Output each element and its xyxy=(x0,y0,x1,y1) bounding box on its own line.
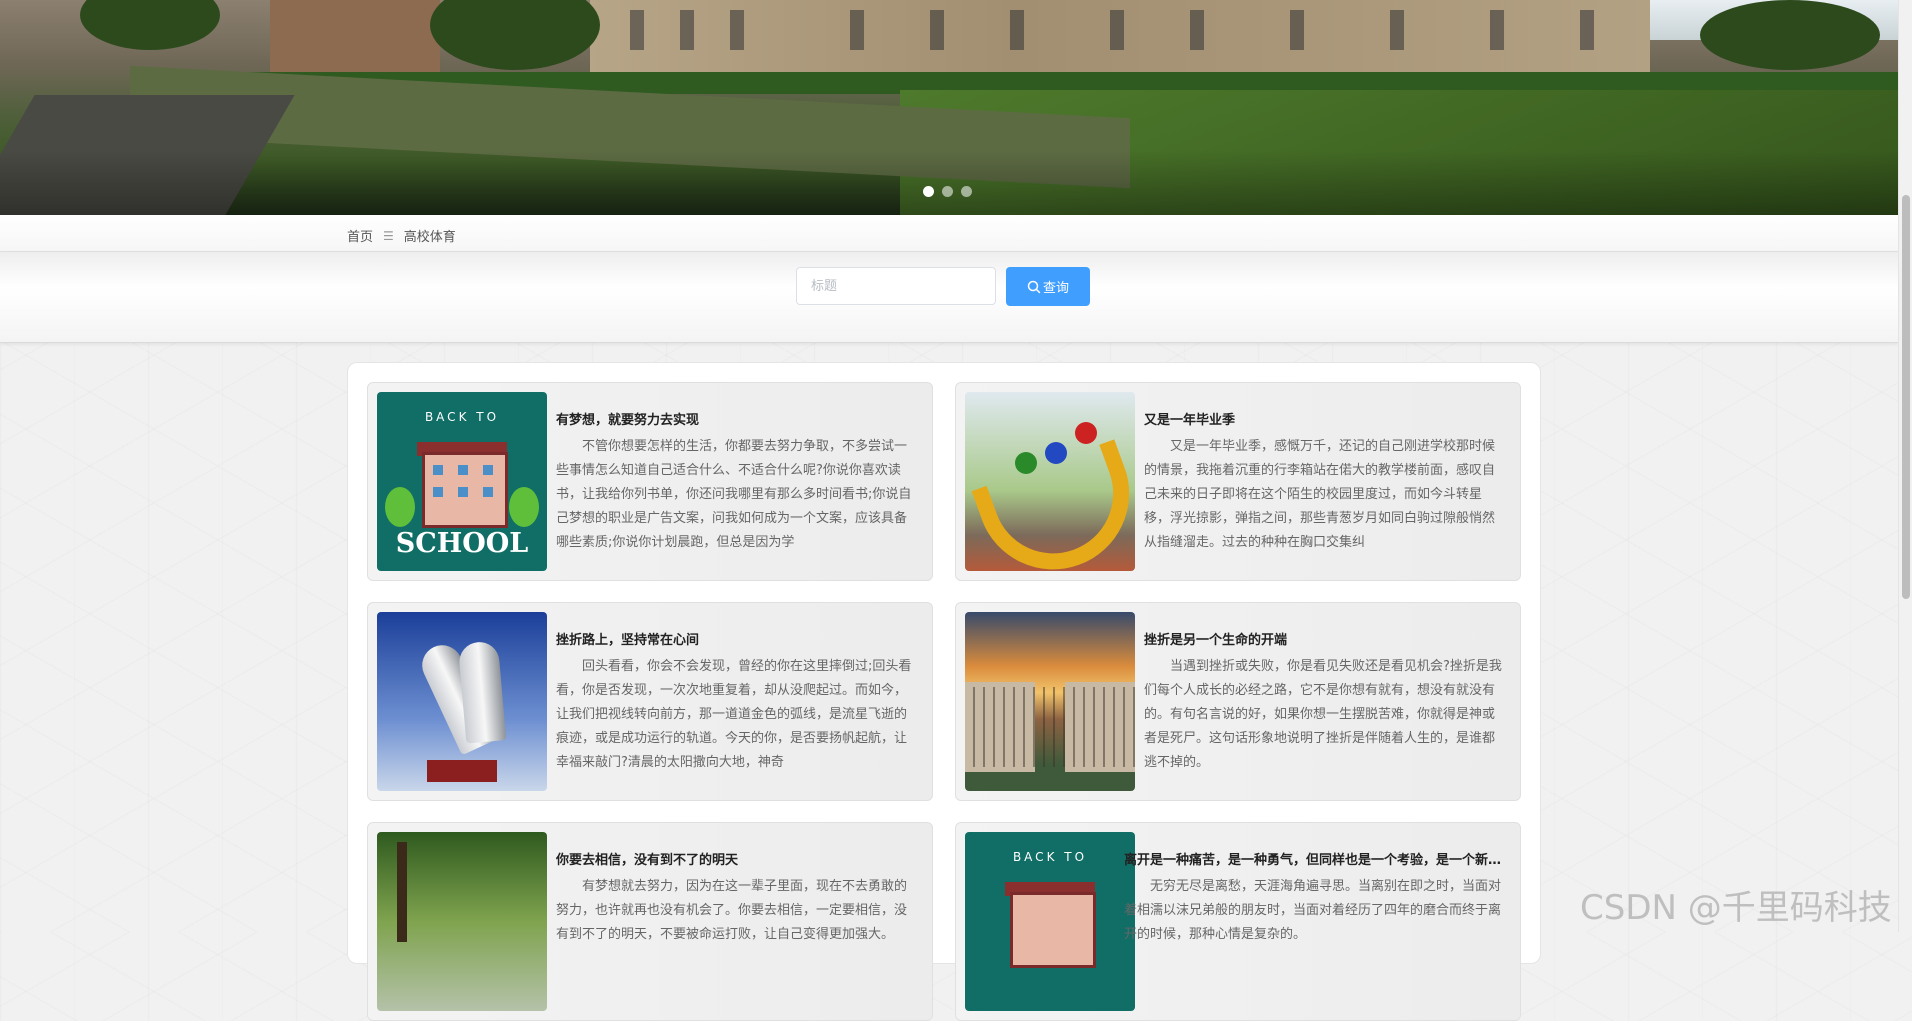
article-card[interactable]: 又是一年毕业季 又是一年毕业季，感慨万千，还记的自己刚进学校那时候的情景，我拖着… xyxy=(955,382,1521,581)
search-bar: 查询 xyxy=(0,252,1898,343)
article-card[interactable]: 你要去相信，没有到不了的明天 有梦想就去努力，因为在这一辈子里面，现在不去勇敢的… xyxy=(367,822,933,1021)
article-card[interactable]: 挫折路上，坚持常在心间 回头看看，你会不会发现，曾经的你在这里摔倒过;回头看看，… xyxy=(367,602,933,801)
article-title[interactable]: 你要去相信，没有到不了的明天 xyxy=(556,849,916,868)
breadcrumb-bar: 首页 ☰ 高校体育 xyxy=(0,215,1898,252)
search-button[interactable]: 查询 xyxy=(1006,267,1090,306)
article-thumbnail: BACK TO xyxy=(965,832,1135,1011)
search-input[interactable] xyxy=(796,267,996,305)
watermark: CSDN @千里码科技 xyxy=(1580,888,1892,928)
banner-building-main xyxy=(590,0,1650,78)
article-summary: 无穷无尽是离愁，天涯海角遍寻思。当离别在即之时，当面对着相濡以沫兄弟般的朋友时，… xyxy=(1124,879,1502,942)
article-card[interactable]: 挫折是另一个生命的开端 当遇到挫折或失败，你是看见失败还是看见机会?挫折是我们每… xyxy=(955,602,1521,801)
article-thumbnail xyxy=(965,392,1135,571)
banner-building-left xyxy=(270,0,440,78)
search-icon xyxy=(1027,280,1041,293)
breadcrumb-separator-icon: ☰ xyxy=(383,228,394,243)
article-thumbnail xyxy=(377,832,547,1011)
search-button-label: 查询 xyxy=(1042,281,1069,296)
breadcrumb-current: 高校体育 xyxy=(403,230,456,245)
article-title[interactable]: 有梦想，就要努力去实现 xyxy=(556,409,916,428)
article-summary: 回头看看，你会不会发现，曾经的你在这里摔倒过;回头看看，你是否发现，一次次地重复… xyxy=(556,659,912,770)
banner-carousel[interactable] xyxy=(0,0,1898,215)
carousel-dot-1[interactable] xyxy=(923,186,934,197)
article-card[interactable]: BACK TO SCHOOL 有梦想，就要努力去实现 不管你想要怎样的生活，你都… xyxy=(367,382,933,581)
article-title[interactable]: 又是一年毕业季 xyxy=(1144,409,1504,428)
article-title[interactable]: 挫折是另一个生命的开端 xyxy=(1144,629,1504,648)
breadcrumb-home-link[interactable]: 首页 xyxy=(347,226,373,245)
thumbnail-caption-top: BACK TO xyxy=(424,410,500,424)
article-summary: 有梦想就去努力，因为在这一辈子里面，现在不去勇敢的努力，也许就再也没有机会了。你… xyxy=(556,879,908,942)
carousel-dot-2[interactable] xyxy=(942,186,953,197)
article-thumbnail: BACK TO SCHOOL xyxy=(377,392,547,571)
thumbnail-caption-top: BACK TO xyxy=(1012,850,1088,864)
article-thumbnail xyxy=(965,612,1135,791)
scrollbar-thumb[interactable] xyxy=(1902,195,1910,599)
carousel-dot-3[interactable] xyxy=(961,186,972,197)
carousel-indicators xyxy=(923,186,972,197)
article-title[interactable]: 离开是一种痛苦，是一种勇气，但同样也是一个考验，是一个新的开始 xyxy=(1124,849,1504,868)
article-summary: 当遇到挫折或失败，你是看见失败还是看见机会?挫折是我们每个人成长的必经之路，它不… xyxy=(1144,659,1502,770)
article-card[interactable]: BACK TO 离开是一种痛苦，是一种勇气，但同样也是一个考验，是一个新的开始 … xyxy=(955,822,1521,1021)
breadcrumb: 首页 ☰ 高校体育 xyxy=(347,226,456,246)
thumbnail-caption-bottom: SCHOOL xyxy=(395,528,529,559)
article-thumbnail xyxy=(377,612,547,791)
article-panel: BACK TO SCHOOL 有梦想，就要努力去实现 不管你想要怎样的生活，你都… xyxy=(347,362,1541,1021)
article-summary: 又是一年毕业季，感慨万千，还记的自己刚进学校那时候的情景，我拖着沉重的行李箱站在… xyxy=(1144,439,1496,550)
article-summary: 不管你想要怎样的生活，你都要去努力争取，不多尝试一些事情怎么知道自己适合什么、不… xyxy=(556,439,912,550)
article-title[interactable]: 挫折路上，坚持常在心间 xyxy=(556,629,916,648)
page-scrollbar[interactable] xyxy=(1898,0,1912,932)
